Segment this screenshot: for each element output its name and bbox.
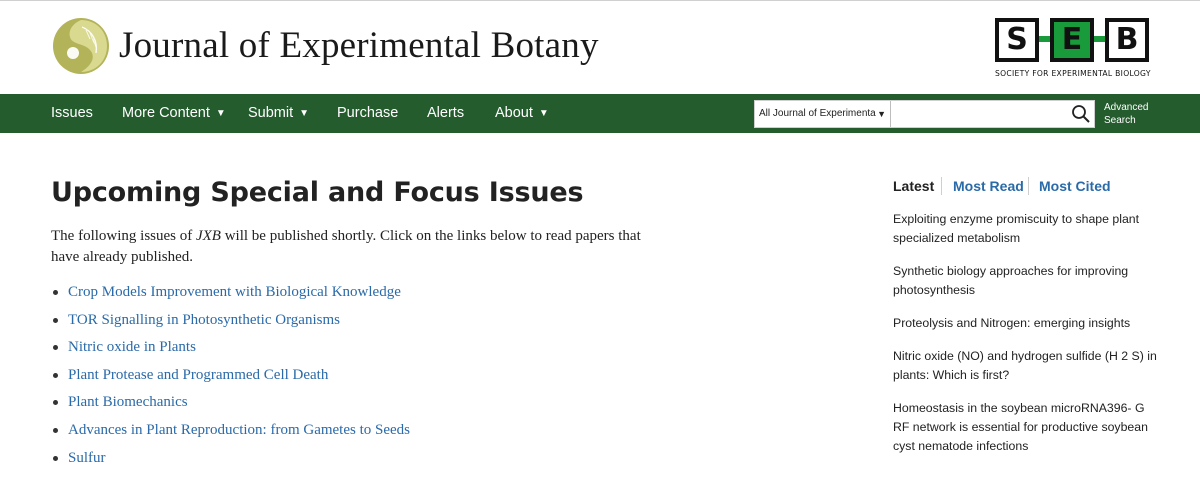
nav-about[interactable]: About ▼ <box>495 94 549 133</box>
tab-most-cited[interactable]: Most Cited <box>1039 175 1111 197</box>
latest-article-link[interactable]: Exploiting enzyme promiscuity to shape p… <box>893 210 1163 248</box>
seb-letter-e: E <box>1050 18 1094 62</box>
journal-logo-icon[interactable] <box>52 17 110 75</box>
seb-letter-s: S <box>995 18 1039 62</box>
latest-article-link[interactable]: Nitric oxide (NO) and hydrogen sulfide (… <box>893 347 1163 385</box>
tab-latest[interactable]: Latest <box>893 175 934 197</box>
advanced-search-line1: Advanced <box>1104 102 1149 113</box>
nav-issues[interactable]: Issues <box>51 94 93 133</box>
tab-divider <box>941 177 942 195</box>
issue-link[interactable]: TOR Signalling in Photosynthetic Organis… <box>68 312 340 328</box>
intro-text: The following issues of JXB will be publ… <box>51 226 651 268</box>
nav-submit[interactable]: Submit ▼ <box>248 94 309 133</box>
issue-link[interactable]: Advances in Plant Reproduction: from Gam… <box>68 422 410 438</box>
bullet <box>53 427 58 433</box>
bullet <box>53 455 58 461</box>
nav-label: About <box>495 105 533 121</box>
seb-letter-b: B <box>1105 18 1149 62</box>
issue-list: Crop Models Improvement with Biological … <box>51 282 410 475</box>
seb-logo[interactable]: S E B SOCIETY FOR EXPERIMENTAL BIOLOGY <box>995 18 1151 82</box>
list-item: Plant Protease and Programmed Cell Death <box>51 365 410 393</box>
nav-alerts[interactable]: Alerts <box>427 94 464 133</box>
latest-article-link[interactable]: Homeostasis in the soybean microRNA396- … <box>893 399 1163 456</box>
list-item: Sulfur <box>51 448 410 476</box>
search-scope-select[interactable]: All Journal of Experimenta ▼ <box>755 101 891 127</box>
caret-down-icon: ▼ <box>299 108 310 119</box>
search-input[interactable] <box>892 101 1064 127</box>
nav-label: Purchase <box>337 105 399 121</box>
bullet <box>53 290 58 295</box>
nav-label: Issues <box>51 105 93 121</box>
bullet <box>53 372 58 378</box>
nav-label: Submit <box>248 105 294 121</box>
page-title: Upcoming Special and Focus Issues <box>51 177 584 208</box>
nav-more-content[interactable]: More Content ▼ <box>122 94 226 133</box>
bullet <box>53 317 58 323</box>
seb-subtitle: SOCIETY FOR EXPERIMENTAL BIOLOGY <box>995 69 1151 78</box>
search-icon <box>1072 105 1090 123</box>
issue-link[interactable]: Crop Models Improvement with Biological … <box>68 284 401 300</box>
journal-title[interactable]: Journal of Experimental Botany <box>119 24 599 67</box>
latest-article-link[interactable]: Proteolysis and Nitrogen: emerging insig… <box>893 314 1163 333</box>
issue-link[interactable]: Plant Biomechanics <box>68 394 188 410</box>
bullet <box>53 400 58 406</box>
site-header: Journal of Experimental Botany S E B SOC… <box>0 0 1200 94</box>
nav-label: Alerts <box>427 105 465 121</box>
search-scope-value: All Journal of Experimenta <box>759 108 876 119</box>
tab-divider <box>1028 177 1029 195</box>
latest-articles-list: Exploiting enzyme promiscuity to shape p… <box>893 210 1163 470</box>
advanced-search-line2: Search <box>1104 115 1136 126</box>
issue-link[interactable]: Plant Protease and Programmed Cell Death <box>68 367 328 383</box>
latest-article-link[interactable]: Synthetic biology approaches for improvi… <box>893 262 1163 300</box>
list-item: Plant Biomechanics <box>51 392 410 420</box>
seb-letters: S E B <box>995 18 1149 62</box>
nav-purchase[interactable]: Purchase <box>337 94 398 133</box>
list-item: Crop Models Improvement with Biological … <box>51 282 410 310</box>
intro-journal-abbrev: JXB <box>195 228 221 244</box>
list-item: TOR Signalling in Photosynthetic Organis… <box>51 310 410 338</box>
intro-before: The following issues of <box>51 228 196 244</box>
issue-link[interactable]: Sulfur <box>68 450 106 466</box>
caret-down-icon: ▼ <box>215 108 226 119</box>
list-item: Advances in Plant Reproduction: from Gam… <box>51 420 410 448</box>
issue-link[interactable]: Nitric oxide in Plants <box>68 339 196 355</box>
caret-down-icon: ▼ <box>877 109 886 119</box>
nav-label: More Content <box>122 105 210 121</box>
search-bar: All Journal of Experimenta ▼ <box>754 100 1095 128</box>
list-item: Nitric oxide in Plants <box>51 337 410 365</box>
advanced-search-link[interactable]: Advanced Search <box>1104 101 1148 127</box>
bullet <box>53 345 58 351</box>
tab-most-read[interactable]: Most Read <box>953 175 1024 197</box>
search-button[interactable] <box>1068 101 1094 127</box>
caret-down-icon: ▼ <box>538 108 549 119</box>
